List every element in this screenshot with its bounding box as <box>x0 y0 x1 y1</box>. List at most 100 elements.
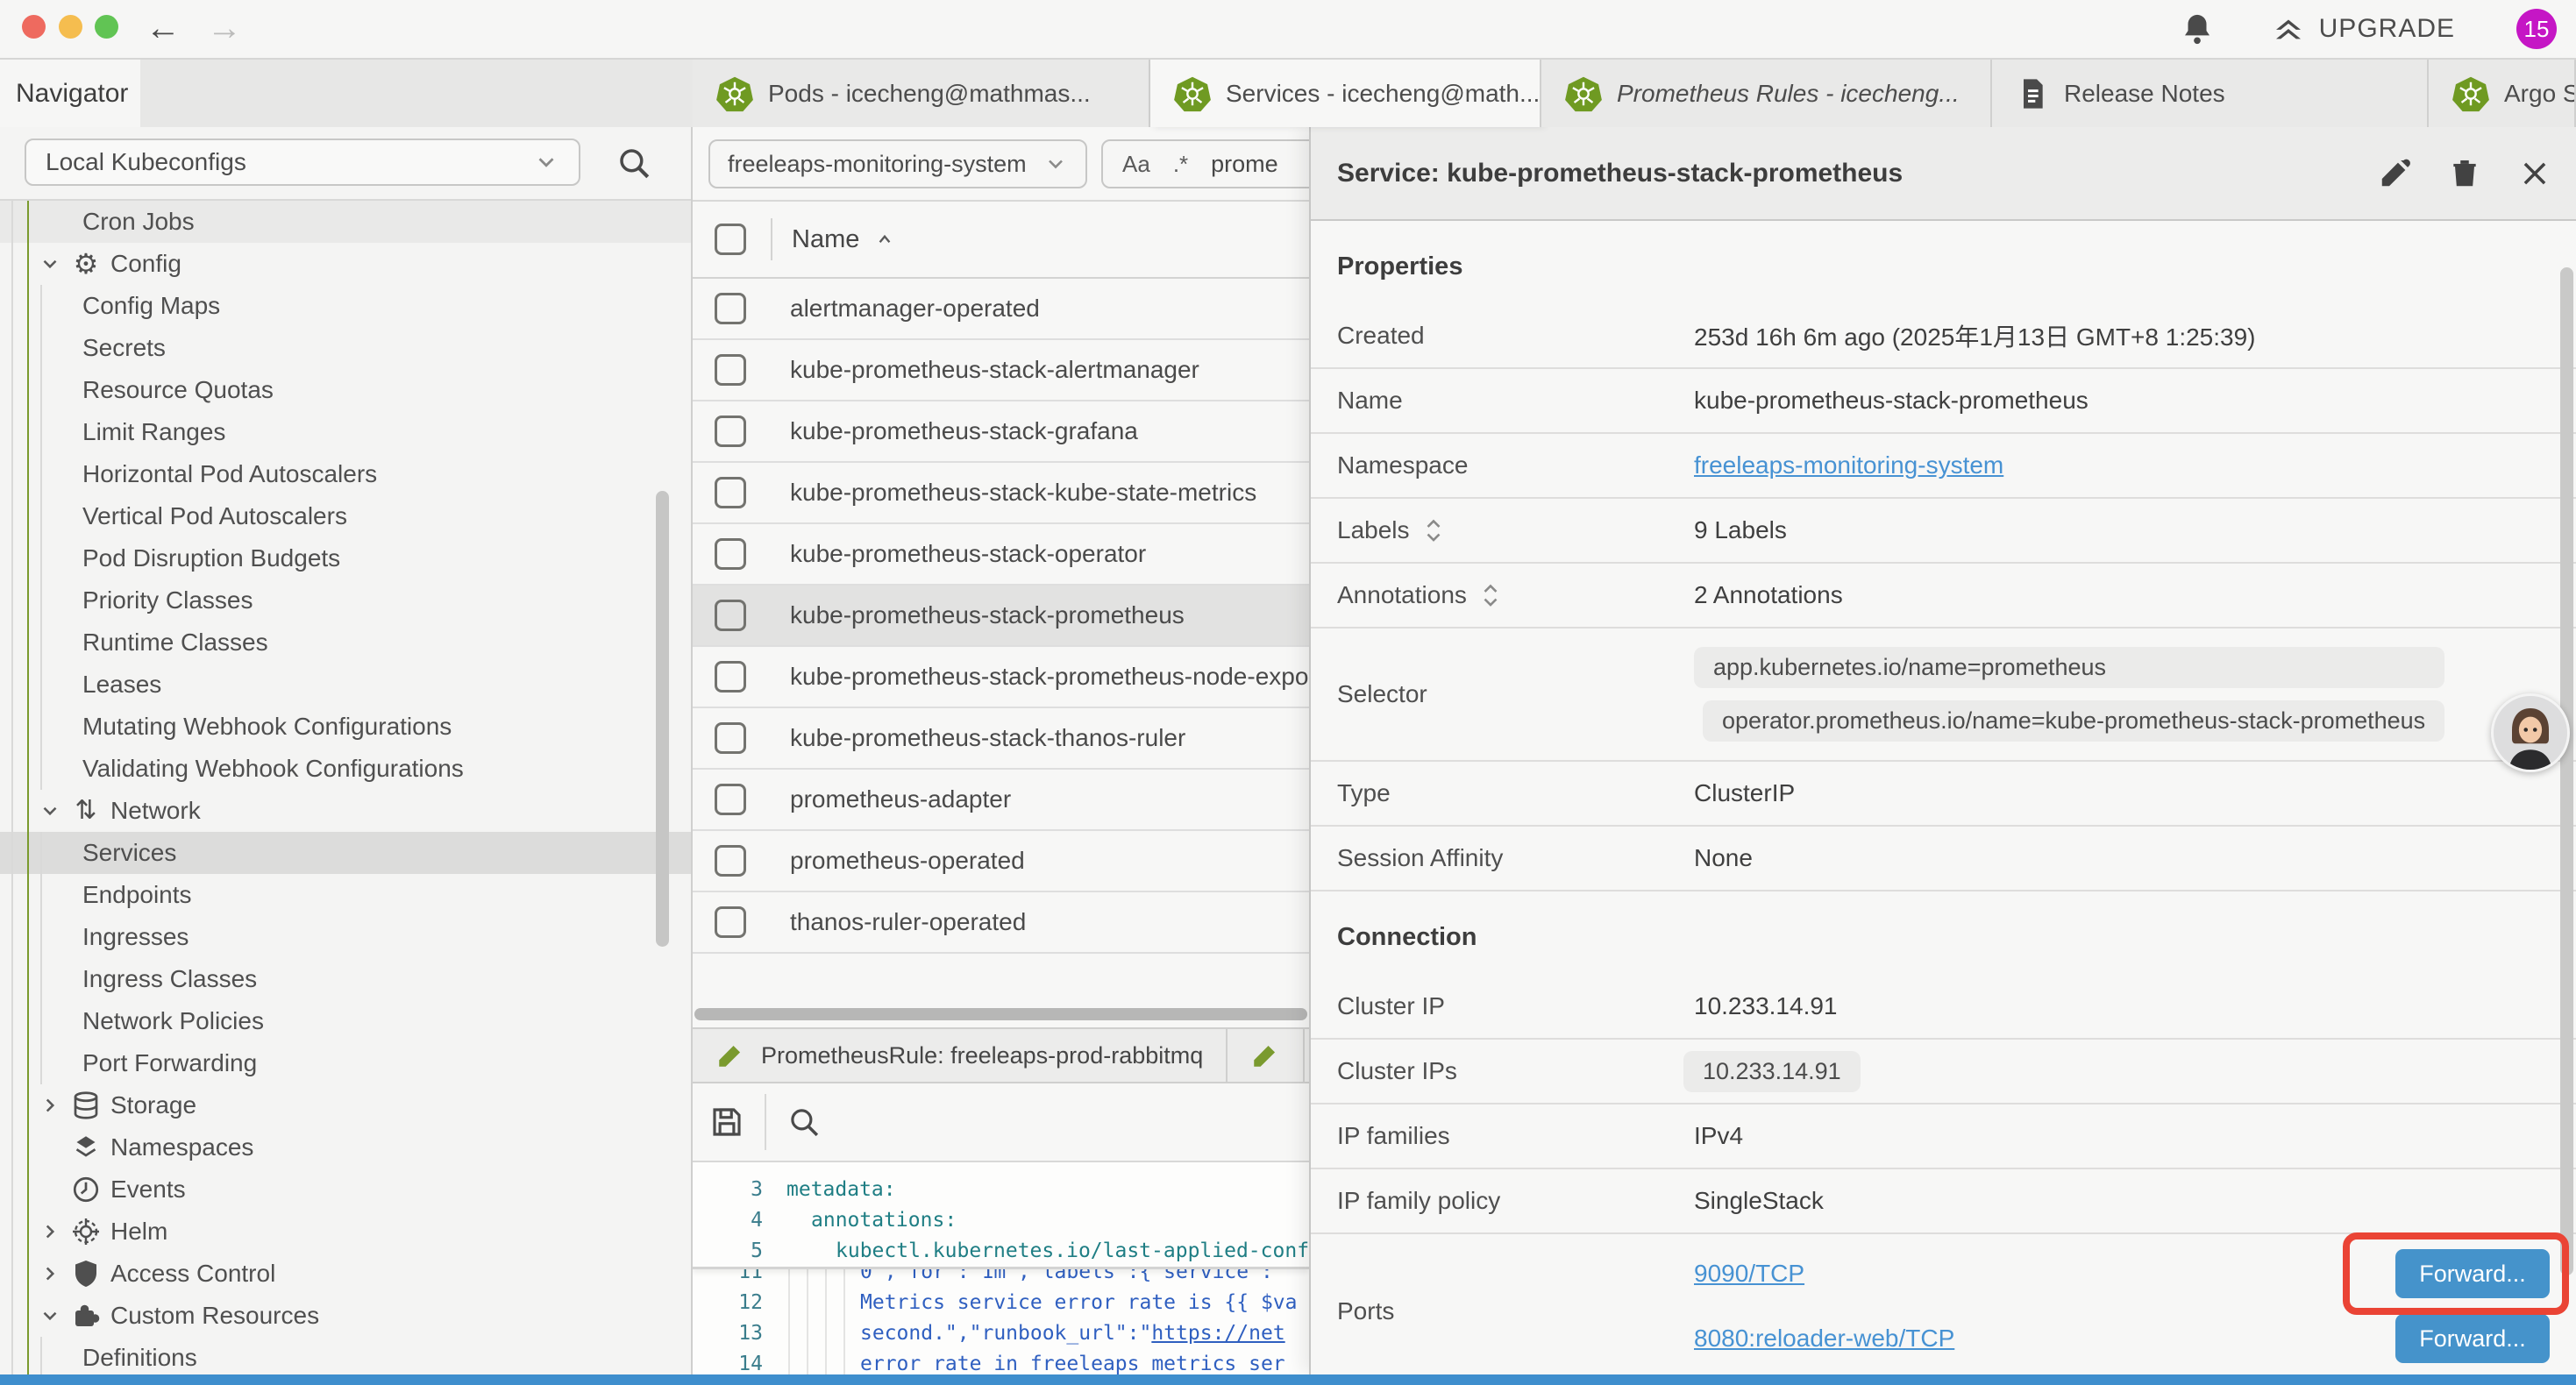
row-checkbox[interactable] <box>715 538 746 570</box>
table-row-kube-prometheus-stack-alertmanager[interactable]: kube-prometheus-stack-alertmanager <box>693 340 1309 401</box>
notification-count-badge[interactable]: 15 <box>2516 9 2557 49</box>
row-checkbox[interactable] <box>715 293 746 324</box>
upgrade-button[interactable]: UPGRADE <box>2270 11 2455 47</box>
sidebar-item-secrets[interactable]: Secrets <box>0 327 691 369</box>
sidebar-item-helm[interactable]: Helm <box>0 1211 691 1253</box>
sidebar-search-icon[interactable] <box>616 145 652 181</box>
details-scrollbar[interactable] <box>2560 267 2573 1275</box>
assistant-avatar[interactable] <box>2491 693 2570 772</box>
sidebar-item-definitions[interactable]: Definitions <box>0 1337 691 1374</box>
port-link[interactable]: 9090/TCP <box>1694 1260 1804 1288</box>
table-row-prometheus-adapter[interactable]: prometheus-adapter <box>693 770 1309 831</box>
sidebar-item-ingress-classes[interactable]: Ingress Classes <box>0 958 691 1000</box>
namespace-select[interactable]: freeleaps-monitoring-system <box>708 139 1087 188</box>
table-row-kube-prometheus-stack-operator[interactable]: kube-prometheus-stack-operator <box>693 524 1309 586</box>
row-checkbox[interactable] <box>715 906 746 938</box>
editor-search-icon[interactable] <box>786 1104 822 1140</box>
table-row-kube-prometheus-stack-kube-state-metrics[interactable]: kube-prometheus-stack-kube-state-metrics <box>693 463 1309 524</box>
table-row-thanos-ruler-operated[interactable]: thanos-ruler-operated <box>693 892 1309 954</box>
sidebar-item-custom-resources[interactable]: Custom Resources <box>0 1295 691 1337</box>
save-icon[interactable] <box>708 1104 745 1140</box>
horizontal-scrollbar[interactable] <box>694 1008 1307 1020</box>
close-window-button[interactable] <box>22 15 46 39</box>
sidebar-item-port-forwarding[interactable]: Port Forwarding <box>0 1042 691 1084</box>
regex-toggle[interactable]: .* <box>1173 151 1188 178</box>
forward-button[interactable]: Forward... <box>2395 1249 2550 1298</box>
notifications-bell-icon[interactable] <box>2179 11 2216 47</box>
sidebar-item-leases[interactable]: Leases <box>0 664 691 706</box>
delete-trash-icon[interactable] <box>2448 157 2481 190</box>
yaml-editor[interactable]: 3metadata:4annotations:5kubectl.kubernet… <box>693 1162 1309 1374</box>
history-back-button[interactable]: ← <box>146 7 181 49</box>
maximize-window-button[interactable] <box>95 15 118 39</box>
chevron-down-icon[interactable] <box>39 1304 61 1327</box>
dock-tab-prometheusrule[interactable]: PrometheusRule: freeleaps-prod-rabbitmq <box>693 1029 1228 1082</box>
sidebar-item-services[interactable]: Services <box>0 832 691 874</box>
dock-tab-next-partial[interactable] <box>1228 1029 1305 1082</box>
table-row-alertmanager-operated[interactable]: alertmanager-operated <box>693 279 1309 340</box>
sidebar-item-resource-quotas[interactable]: Resource Quotas <box>0 369 691 411</box>
chevron-right-icon[interactable] <box>39 1094 61 1117</box>
table-row-kube-prometheus-stack-grafana[interactable]: kube-prometheus-stack-grafana <box>693 401 1309 463</box>
table-row-prometheus-operated[interactable]: prometheus-operated <box>693 831 1309 892</box>
edit-pencil-icon[interactable] <box>2378 157 2411 190</box>
sidebar-item-endpoints[interactable]: Endpoints <box>0 874 691 916</box>
table-row-kube-prometheus-stack-thanos-ruler[interactable]: kube-prometheus-stack-thanos-ruler <box>693 708 1309 770</box>
tab-release-notes[interactable]: Release Notes <box>1992 60 2429 127</box>
sidebar-item-cron-jobs[interactable]: Cron Jobs <box>0 201 691 243</box>
sidebar-item-config-maps[interactable]: Config Maps <box>0 285 691 327</box>
row-checkbox[interactable] <box>715 661 746 692</box>
forward-button[interactable]: Forward... <box>2395 1314 2550 1363</box>
sidebar-item-vertical-pod-autoscalers[interactable]: Vertical Pod Autoscalers <box>0 495 691 537</box>
table-row-kube-prometheus-stack-prometheus-node-exporter[interactable]: kube-prometheus-stack-prometheus-node-ex… <box>693 647 1309 708</box>
row-checkbox[interactable] <box>715 600 746 631</box>
name-filter-input[interactable]: Aa .* prome <box>1101 139 1309 188</box>
sidebar-item-mutating-webhook-configurations[interactable]: Mutating Webhook Configurations <box>0 706 691 748</box>
sidebar-item-config[interactable]: ⚙Config <box>0 243 691 285</box>
row-checkbox[interactable] <box>715 845 746 877</box>
chevron-down-icon[interactable] <box>39 252 61 275</box>
table-row-kube-prometheus-stack-prometheus[interactable]: kube-prometheus-stack-prometheus <box>693 586 1309 647</box>
sidebar-item-validating-webhook-configurations[interactable]: Validating Webhook Configurations <box>0 748 691 790</box>
sidebar-item-access-control[interactable]: Access Control <box>0 1253 691 1295</box>
match-case-toggle[interactable]: Aa <box>1122 151 1150 178</box>
row-checkbox[interactable] <box>715 784 746 815</box>
chevron-down-icon[interactable] <box>39 799 61 822</box>
sidebar-item-runtime-classes[interactable]: Runtime Classes <box>0 621 691 664</box>
sidebar-item-namespaces[interactable]: Namespaces <box>0 1126 691 1168</box>
expand-collapse-icon[interactable] <box>1479 581 1502 609</box>
chevron-right-icon[interactable] <box>39 1262 61 1285</box>
row-checkbox[interactable] <box>715 354 746 386</box>
tab-argo-se[interactable]: Argo Se <box>2429 60 2576 127</box>
value-chip: 10.233.14.91 <box>1683 1051 1861 1092</box>
sidebar-item-horizontal-pod-autoscalers[interactable]: Horizontal Pod Autoscalers <box>0 453 691 495</box>
name-column-header[interactable]: Name <box>771 218 896 260</box>
namespace-link[interactable]: freeleaps-monitoring-system <box>1694 451 2003 479</box>
sidebar-item-pod-disruption-budgets[interactable]: Pod Disruption Budgets <box>0 537 691 579</box>
tab-pods-icecheng-mathmas[interactable]: Pods - icecheng@mathmas... <box>693 60 1150 127</box>
kubernetes-icon <box>715 75 754 113</box>
select-all-checkbox[interactable] <box>715 224 746 255</box>
row-checkbox[interactable] <box>715 722 746 754</box>
kubeconfig-select[interactable]: Local Kubeconfigs <box>25 138 580 186</box>
sidebar-item-storage[interactable]: Storage <box>0 1084 691 1126</box>
sidebar-item-priority-classes[interactable]: Priority Classes <box>0 579 691 621</box>
history-forward-button[interactable]: → <box>207 7 242 49</box>
sidebar-item-events[interactable]: Events <box>0 1168 691 1211</box>
sidebar-item-network-policies[interactable]: Network Policies <box>0 1000 691 1042</box>
minimize-window-button[interactable] <box>59 15 82 39</box>
tab-prometheus-rules-icecheng[interactable]: Prometheus Rules - icecheng... <box>1541 60 1992 127</box>
tab-label: Release Notes <box>2064 80 2225 108</box>
sidebar-item-limit-ranges[interactable]: Limit Ranges <box>0 411 691 453</box>
row-checkbox[interactable] <box>715 416 746 447</box>
chevron-right-icon[interactable] <box>39 1220 61 1243</box>
sidebar-item-ingresses[interactable]: Ingresses <box>0 916 691 958</box>
port-link[interactable]: 8080:reloader-web/TCP <box>1694 1325 1954 1353</box>
close-icon[interactable] <box>2518 157 2551 190</box>
sidebar-scrollbar[interactable] <box>656 491 669 947</box>
code-url-link[interactable]: https://net <box>1151 1322 1284 1345</box>
sidebar-item-network[interactable]: ⇅Network <box>0 790 691 832</box>
row-checkbox[interactable] <box>715 477 746 508</box>
expand-collapse-icon[interactable] <box>1422 516 1445 544</box>
tab-services-icecheng-math[interactable]: Services - icecheng@math... <box>1150 60 1541 127</box>
